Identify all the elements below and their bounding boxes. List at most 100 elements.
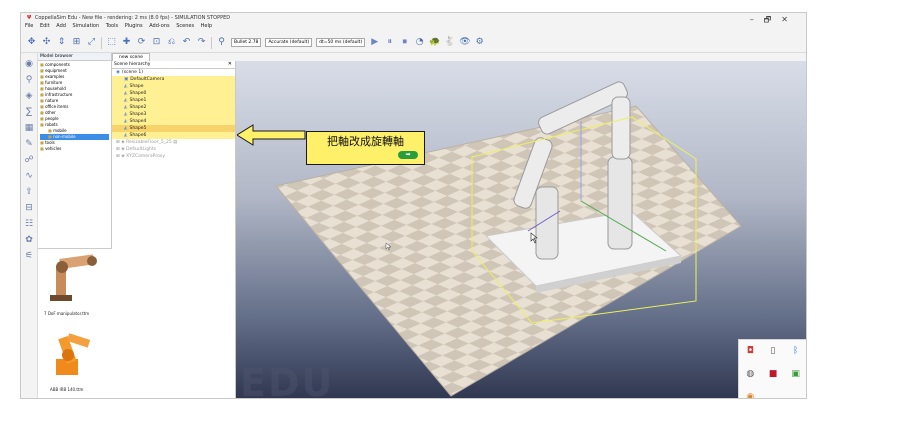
- folder-icon: ■: [40, 110, 44, 115]
- hierarchy-icon[interactable]: ☷: [24, 219, 35, 230]
- shape-icon: ◭: [124, 91, 128, 96]
- zoom-camera-icon[interactable]: ⊞: [71, 37, 82, 48]
- visualize-icon[interactable]: 👁: [459, 37, 470, 48]
- shape-icon: ◭: [124, 98, 128, 103]
- scene-root[interactable]: ◉ (scene 1): [112, 69, 235, 76]
- right-pillar: [607, 156, 633, 250]
- close-icon[interactable]: ✕: [228, 61, 232, 67]
- pause-icon[interactable]: ⏸: [384, 37, 395, 48]
- menu-help[interactable]: Help: [201, 23, 212, 29]
- restore-button[interactable]: 🗗: [764, 15, 782, 24]
- shape-icon: ◭: [124, 126, 128, 131]
- object-shift-icon[interactable]: ✚: [121, 37, 132, 48]
- hierarchy-item[interactable]: ◭ Shape1: [112, 97, 235, 104]
- thumbnail-label: 7 DoF manipulator.ttm: [44, 311, 90, 316]
- realtime-icon[interactable]: ◔: [414, 37, 425, 48]
- hierarchy-item[interactable]: ▣ DefaultCamera: [112, 76, 235, 83]
- dynamics-icon[interactable]: ⚲: [216, 37, 227, 48]
- hierarchy-item[interactable]: ⊞ ◈ XYZCameraProxy: [112, 153, 235, 160]
- search-icon[interactable]: ⚲: [24, 75, 35, 86]
- hierarchy-item[interactable]: ⊞ ◈ ResizableFloor_5_25 ▤: [112, 139, 235, 146]
- thumbnail-images: [50, 254, 97, 375]
- toolbar-divider: [211, 36, 212, 49]
- threaded-rendering-icon[interactable]: ⚙: [474, 37, 485, 48]
- toolbar-divider: [101, 36, 102, 49]
- tab-new-scene[interactable]: new scene: [112, 53, 150, 61]
- manipulator-thumbnail[interactable]: [50, 254, 97, 301]
- path-icon[interactable]: ∿: [24, 171, 35, 182]
- close-button[interactable]: ✕: [781, 15, 798, 24]
- folder-icon: ■: [48, 128, 52, 133]
- battery-icon[interactable]: ▯: [771, 346, 776, 356]
- accuracy-select[interactable]: Accurate (default): [265, 38, 313, 47]
- scripts-icon[interactable]: ✎: [24, 139, 35, 150]
- selection-icon[interactable]: ⇪: [24, 187, 35, 198]
- app-red-icon[interactable]: ■: [769, 369, 778, 379]
- hierarchy-item-selected[interactable]: ◭ Shape5: [112, 125, 235, 132]
- hierarchy-item[interactable]: ◭ Shape: [112, 83, 235, 90]
- calculation-icon[interactable]: ∑: [24, 107, 35, 118]
- callout-arrow-icon: [237, 124, 306, 146]
- folder-icon: ■: [40, 68, 44, 73]
- model-browser-icon[interactable]: ⊟: [24, 203, 35, 214]
- shapes-icon[interactable]: ◈: [24, 91, 35, 102]
- shield-icon[interactable]: ◘: [747, 346, 754, 356]
- browser-item[interactable]: ■ vehicles: [40, 146, 109, 152]
- script-icon[interactable]: ▤: [173, 140, 177, 145]
- hierarchy-item[interactable]: ◭ Shape4: [112, 118, 235, 125]
- proxy-icon: ◈: [121, 154, 125, 159]
- folder-icon: ■: [40, 62, 44, 67]
- object-rotate-icon[interactable]: ⟳: [136, 37, 147, 48]
- menu-simulation[interactable]: Simulation: [73, 23, 100, 29]
- faster-icon[interactable]: 🐇: [444, 37, 455, 48]
- system-tray-popup: ◘ ▯ ᛒ ◍ ■ ▣ ◉: [738, 339, 806, 398]
- end-effector: [611, 96, 631, 160]
- shift-camera-icon[interactable]: ⇕: [56, 37, 67, 48]
- transfer-dna-icon[interactable]: ⎌: [166, 37, 177, 48]
- menu-add[interactable]: Add: [56, 23, 66, 29]
- hierarchy-item[interactable]: ⊞ ◈ DefaultLights: [112, 146, 235, 153]
- menu-addons[interactable]: Add-ons: [149, 23, 169, 29]
- redo-icon[interactable]: ↷: [196, 37, 207, 48]
- folder-icon: ■: [40, 140, 44, 145]
- engine-select[interactable]: Bullet 2.78: [231, 38, 262, 47]
- hierarchy-item[interactable]: ◭ Shape0: [112, 90, 235, 97]
- menu-file[interactable]: File: [25, 23, 33, 29]
- hierarchy-item[interactable]: ◭ Shape2: [112, 104, 235, 111]
- slower-icon[interactable]: 🐢: [429, 37, 440, 48]
- play-icon[interactable]: ▶: [369, 37, 380, 48]
- move-camera-icon[interactable]: ✥: [26, 37, 37, 48]
- rotate-camera-icon[interactable]: ✣: [41, 37, 52, 48]
- annotation-callout: 把軸改成旋轉軸 ➡: [306, 131, 425, 165]
- undo-icon[interactable]: ↶: [181, 37, 192, 48]
- hierarchy-tree: ◉ (scene 1) ▣ DefaultCamera ◭ Shape ◭ Shape0…: [112, 69, 235, 160]
- abb-irb140-thumbnail[interactable]: [56, 333, 91, 375]
- click-select-icon[interactable]: ⬚: [106, 37, 117, 48]
- minimize-button[interactable]: –: [750, 15, 764, 24]
- shape-icon: ◭: [124, 105, 128, 110]
- bluetooth-icon[interactable]: ᛒ: [793, 346, 798, 356]
- assemble-icon[interactable]: ⊡: [151, 37, 162, 48]
- stop-icon[interactable]: ⏹: [399, 37, 410, 48]
- hierarchy-item[interactable]: ◭ Shape3: [112, 111, 235, 118]
- timestep-select[interactable]: dt=50 ms (default): [316, 38, 366, 47]
- menu-plugins[interactable]: Plugins: [125, 23, 143, 29]
- collections-icon[interactable]: ▦: [24, 123, 35, 134]
- scene-render: [275, 81, 742, 397]
- 3d-viewport[interactable]: EDU: [236, 61, 806, 398]
- folder-icon: ■: [40, 122, 44, 127]
- nvidia-icon[interactable]: ▣: [791, 369, 800, 379]
- security-icon[interactable]: ◍: [746, 369, 754, 379]
- scene-objects-icon[interactable]: ◉: [24, 59, 35, 70]
- chrome-icon[interactable]: ◉: [746, 392, 754, 398]
- hierarchy-item[interactable]: ◭ Shape6: [112, 132, 235, 139]
- menu-scenes[interactable]: Scenes: [176, 23, 194, 29]
- menu-edit[interactable]: Edit: [40, 23, 50, 29]
- lights-icon: ◈: [121, 147, 125, 152]
- callout-arrow-button[interactable]: ➡: [398, 151, 418, 159]
- layers-icon[interactable]: ⚟: [24, 251, 35, 262]
- menu-tools[interactable]: Tools: [106, 23, 118, 29]
- settings-icon[interactable]: ✿: [24, 235, 35, 246]
- fit-view-icon[interactable]: ⤢: [86, 37, 97, 48]
- joint-icon[interactable]: ☍: [24, 155, 35, 166]
